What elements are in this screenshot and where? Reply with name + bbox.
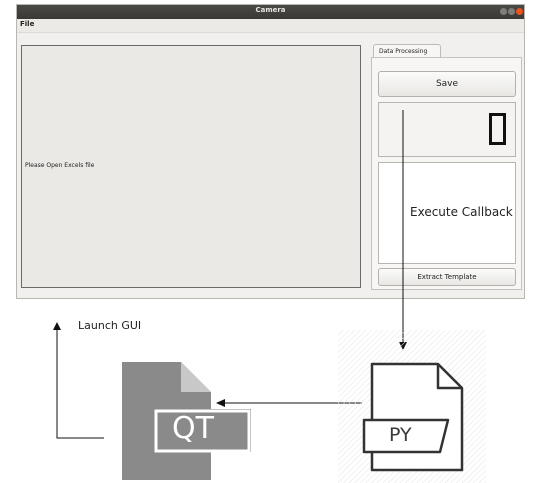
qt-icon-label: QT — [172, 411, 214, 446]
py-file-icon — [338, 330, 486, 483]
execute-callback-label: Execute Callback — [410, 205, 513, 219]
launch-gui-arrow — [53, 322, 104, 439]
execute-callback-arrow — [399, 110, 407, 350]
flow-diagram — [53, 110, 486, 483]
py-icon-label: PY — [389, 424, 412, 446]
launch-gui-label: Launch GUI — [78, 319, 142, 332]
